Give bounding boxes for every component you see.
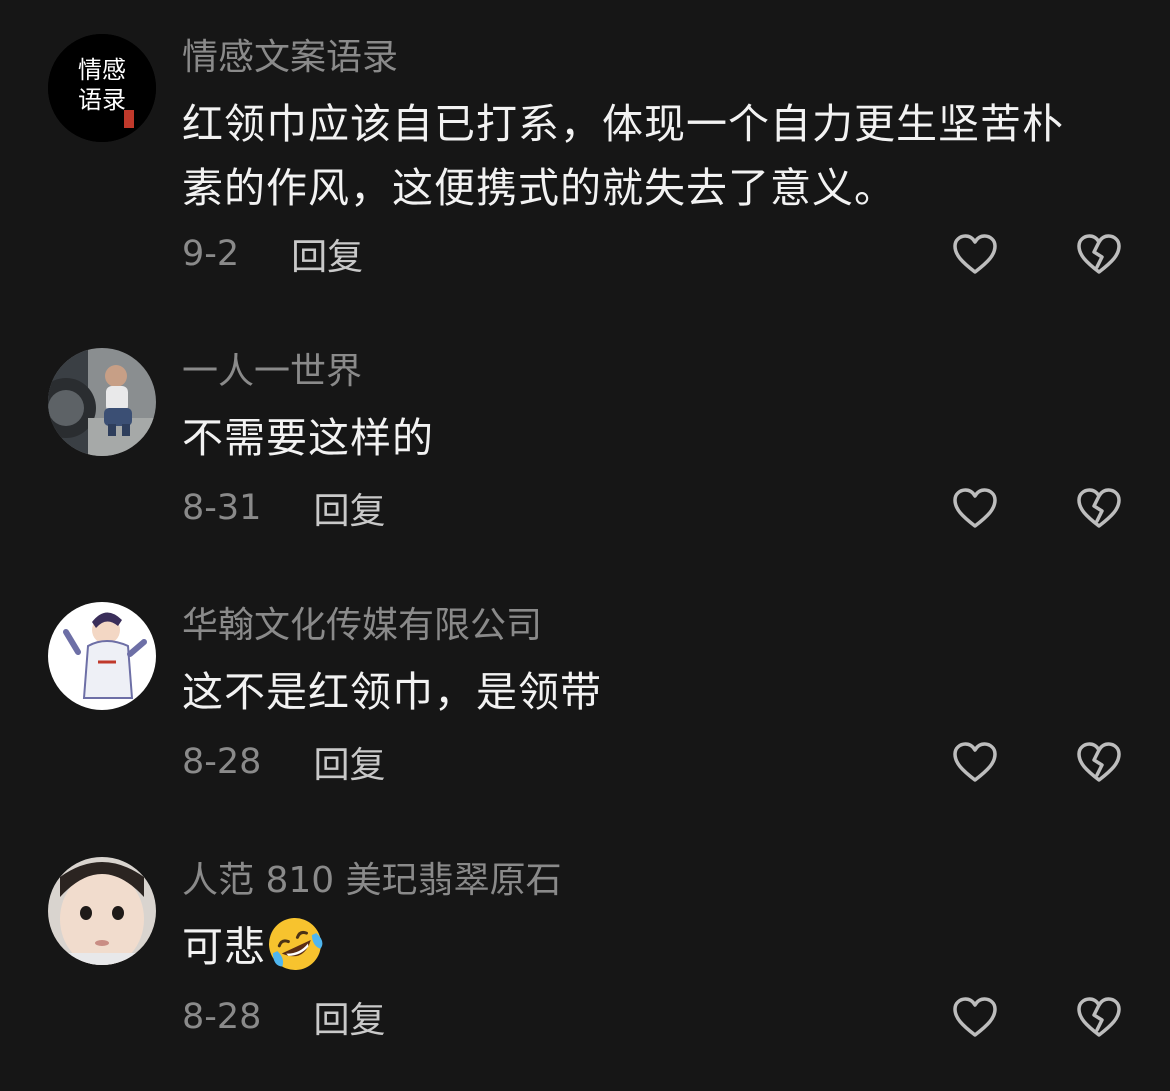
heart-outline-icon[interactable] xyxy=(952,996,998,1038)
broken-heart-icon[interactable] xyxy=(1076,741,1122,783)
broken-heart-icon[interactable] xyxy=(1076,996,1122,1038)
comment-date: 8-28 xyxy=(182,997,262,1037)
avatar-logo-text-top: 情感 xyxy=(78,56,126,84)
comment-username[interactable]: 一人一世界 xyxy=(182,350,362,394)
comment-text: 这不是红领巾，是领带 xyxy=(182,668,602,716)
comment-date: 8-31 xyxy=(182,488,262,528)
reply-button[interactable]: 回复 xyxy=(313,736,385,788)
comment-username[interactable]: 人范 810 美玘翡翠原石 xyxy=(182,859,562,903)
comment-username[interactable]: 情感文案语录 xyxy=(182,36,398,80)
broken-heart-icon[interactable] xyxy=(1076,233,1122,275)
comment-meta: 8-31 回复 xyxy=(182,486,385,532)
comment-text: 红领巾应该自已打系，体现一个自力更生坚苦朴素的作风，这便携式的就失去了意义。 xyxy=(182,100,1064,212)
reply-button[interactable]: 回复 xyxy=(313,991,385,1043)
comment-date: 8-28 xyxy=(182,742,262,782)
reply-button[interactable]: 回复 xyxy=(291,228,363,280)
heart-outline-icon[interactable] xyxy=(952,487,998,529)
reply-button[interactable]: 回复 xyxy=(313,482,385,534)
avatar-image xyxy=(48,602,156,710)
rolling-on-floor-laughing-emoji xyxy=(269,918,323,970)
avatar[interactable] xyxy=(48,857,156,965)
avatar[interactable] xyxy=(48,602,156,710)
comment-meta: 8-28 回复 xyxy=(182,995,385,1041)
avatar[interactable] xyxy=(48,348,156,456)
broken-heart-icon[interactable] xyxy=(1076,487,1122,529)
avatar-logo-text-bottom: 语录 xyxy=(78,86,126,114)
heart-outline-icon[interactable] xyxy=(952,741,998,783)
comment-text: 不需要这样的 xyxy=(182,414,434,462)
avatar-image: 情感 语录 xyxy=(48,34,156,142)
comment-text-body: 可悲 xyxy=(182,923,266,971)
heart-outline-icon[interactable] xyxy=(952,233,998,275)
avatar-image xyxy=(48,857,156,965)
comment-date: 9-2 xyxy=(182,234,240,274)
comment-meta: 8-28 回复 xyxy=(182,740,385,786)
avatar[interactable]: 情感 语录 xyxy=(48,34,156,142)
avatar-image xyxy=(48,348,156,456)
comment-text: 可悲 xyxy=(182,915,1102,979)
comment-meta: 9-2 回复 xyxy=(182,232,363,278)
comment-username[interactable]: 华翰文化传媒有限公司 xyxy=(182,604,542,648)
